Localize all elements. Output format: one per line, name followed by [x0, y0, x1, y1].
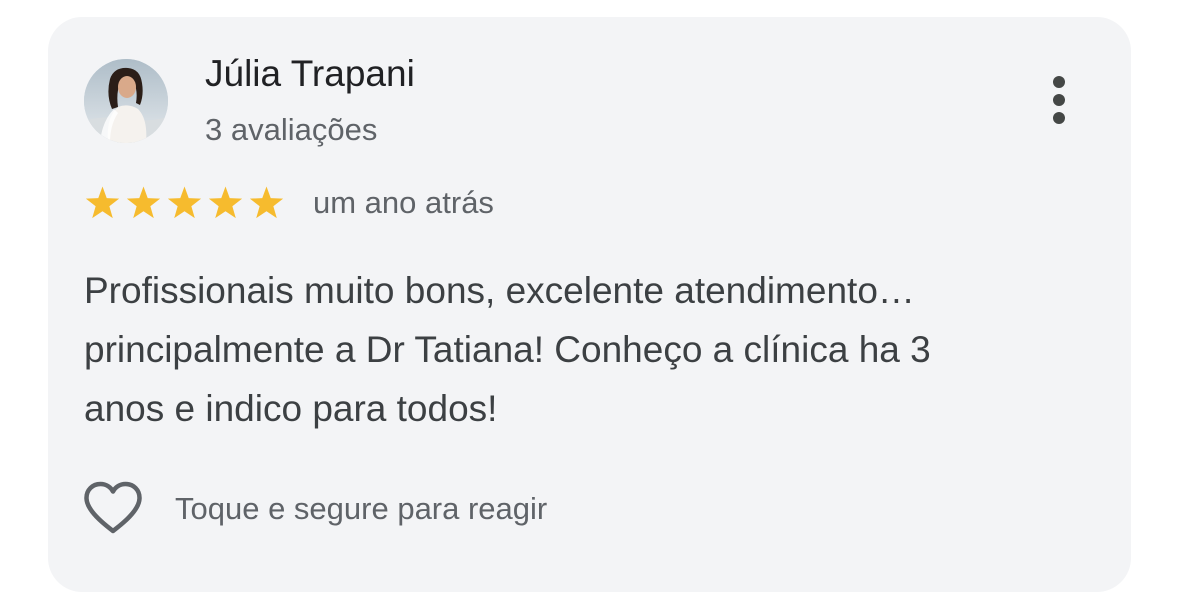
- react-button[interactable]: [82, 480, 144, 536]
- author-reviews-count: 3 avaliações: [205, 112, 378, 147]
- heart-outline-icon: [84, 481, 142, 534]
- review-text-line: Profissionais muito bons, excelente aten…: [84, 270, 915, 311]
- review-date: um ano atrás: [313, 185, 494, 220]
- star-icon: [208, 186, 243, 219]
- author-name[interactable]: Júlia Trapani: [205, 53, 415, 95]
- avatar-photo: [84, 59, 168, 143]
- star-icon: [167, 186, 202, 219]
- review-text-line: principalmente a Dr Tatiana! Conheço a c…: [84, 329, 931, 370]
- review-text: Profissionais muito bons, excelente aten…: [84, 261, 1084, 438]
- star-rating: [82, 183, 287, 223]
- star-icon: [126, 186, 161, 219]
- review-card: Júlia Trapani 3 avaliações um ano atrás …: [48, 17, 1131, 592]
- review-text-line: anos e indico para todos!: [84, 388, 498, 429]
- avatar[interactable]: [84, 59, 168, 143]
- more-options-button[interactable]: [1038, 69, 1080, 131]
- react-hint: Toque e segure para reagir: [175, 491, 548, 526]
- star-icon: [249, 186, 284, 219]
- star-icon: [85, 186, 120, 219]
